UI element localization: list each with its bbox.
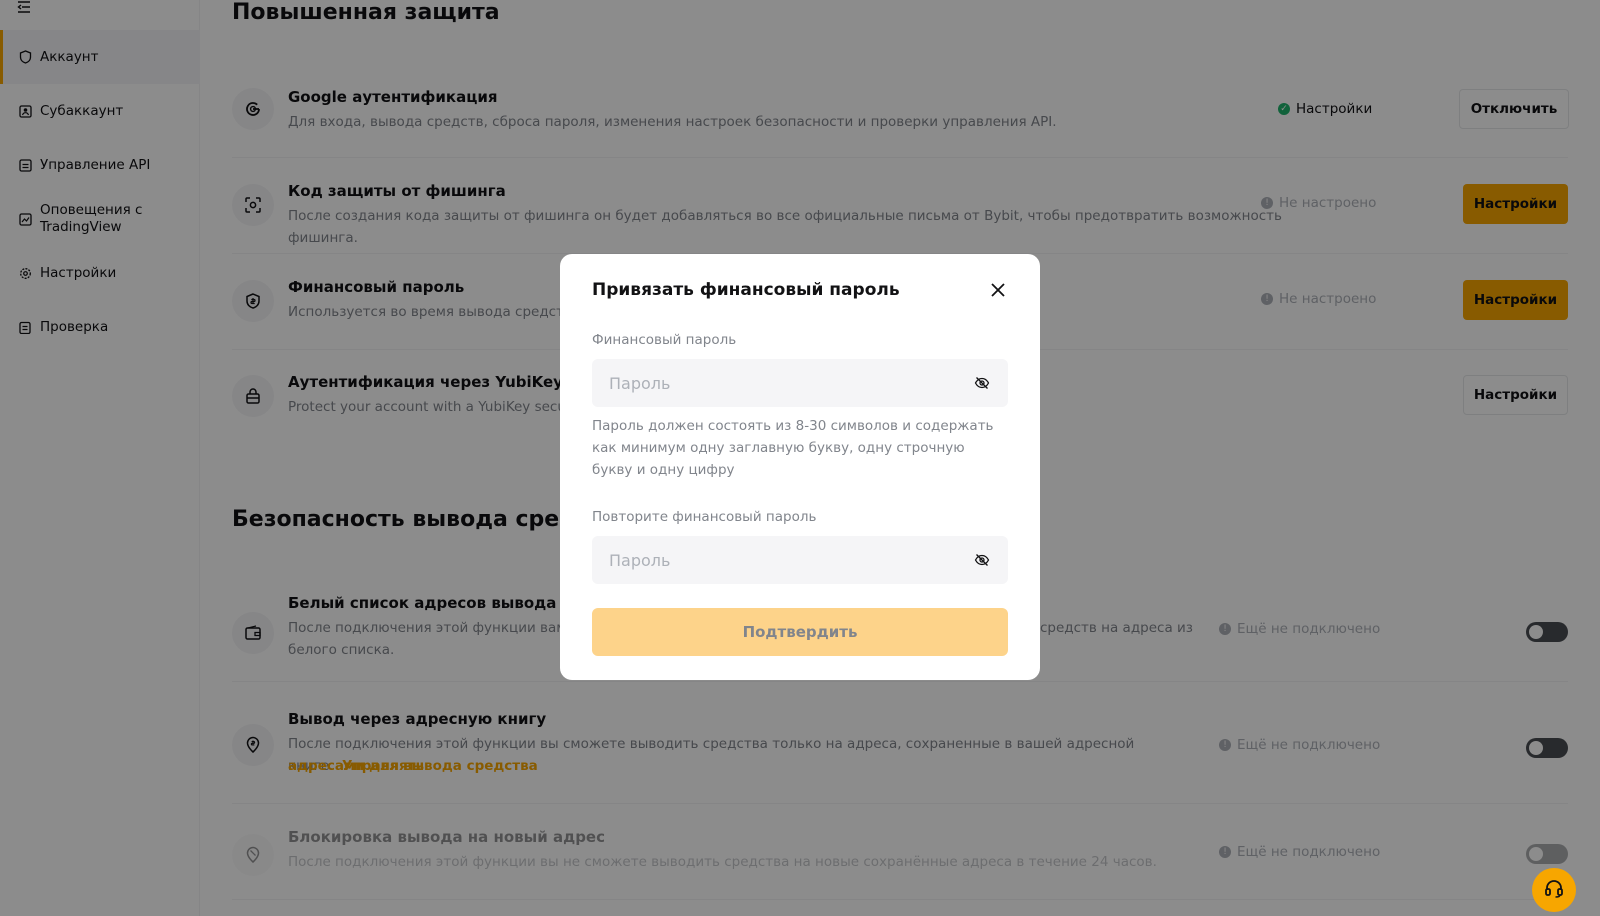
- financial-password-field: [592, 359, 1008, 407]
- eye-off-icon[interactable]: [974, 552, 990, 568]
- financial-password-input[interactable]: [592, 359, 952, 407]
- repeat-password-field: [592, 536, 1008, 584]
- repeat-password-label: Повторите финансовый пароль: [592, 509, 817, 525]
- headset-icon: [1543, 877, 1565, 903]
- close-icon[interactable]: [988, 280, 1008, 300]
- eye-off-icon[interactable]: [974, 375, 990, 391]
- password-requirements-hint: Пароль должен состоять из 8-30 символов …: [592, 418, 994, 478]
- confirm-button[interactable]: Подтвердить: [592, 608, 1008, 656]
- repeat-password-input[interactable]: [592, 536, 952, 584]
- financial-password-label: Финансовый пароль: [592, 332, 737, 348]
- modal-title: Привязать финансовый пароль: [592, 280, 900, 300]
- bind-financial-password-modal: Привязать финансовый пароль Финансовый п…: [560, 254, 1040, 680]
- support-chat-button[interactable]: [1532, 868, 1576, 912]
